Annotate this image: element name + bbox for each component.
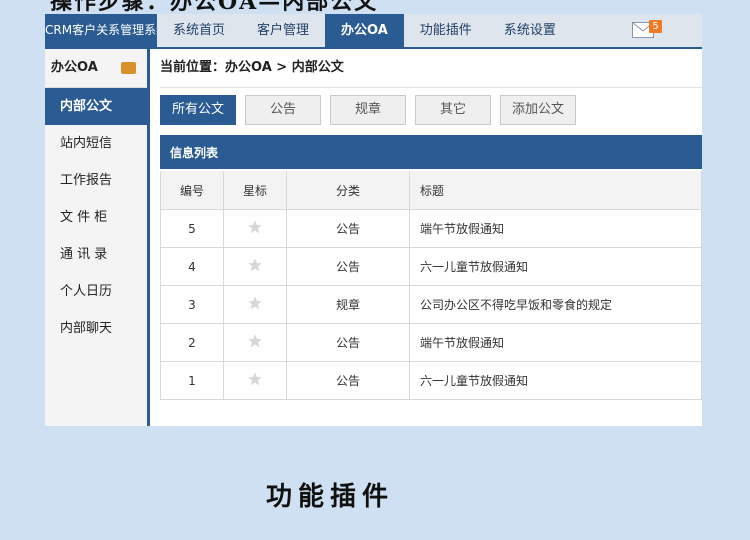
row-id: 5 bbox=[160, 209, 224, 248]
row-id: 4 bbox=[160, 247, 224, 286]
panel-title: 信息列表 bbox=[160, 135, 702, 169]
column-header-title: 标题 bbox=[409, 171, 702, 210]
row-title[interactable]: 端午节放假通知 bbox=[409, 323, 702, 362]
row-id: 2 bbox=[160, 323, 224, 362]
table-row[interactable]: 3 规章 公司办公区不得吃早饭和零食的规定 bbox=[160, 285, 702, 324]
filter-all-button[interactable]: 所有公文 bbox=[160, 95, 236, 125]
add-document-button[interactable]: 添加公文 bbox=[500, 95, 576, 125]
sidebar-title: 办公OA bbox=[51, 60, 98, 75]
filter-notice-button[interactable]: 公告 bbox=[245, 95, 321, 125]
row-title[interactable]: 公司办公区不得吃早饭和零食的规定 bbox=[409, 285, 702, 324]
sidebar-item-internal-docs[interactable]: 内部公文 bbox=[45, 88, 147, 125]
star-icon[interactable] bbox=[247, 219, 263, 235]
row-title[interactable]: 六一儿童节放假通知 bbox=[409, 247, 702, 286]
table-header-row: 编号 星标 分类 标题 bbox=[160, 171, 702, 210]
breadcrumb: 当前位置：办公OA > 内部公文 bbox=[160, 49, 702, 88]
row-title[interactable]: 六一儿童节放假通知 bbox=[409, 361, 702, 400]
star-icon[interactable] bbox=[247, 295, 263, 311]
row-category: 规章 bbox=[286, 285, 410, 324]
column-header-star: 星标 bbox=[223, 171, 287, 210]
sidebar-item-work-reports[interactable]: 工作报告 bbox=[45, 162, 147, 199]
table-row[interactable]: 4 公告 六一儿童节放假通知 bbox=[160, 247, 702, 286]
section-caption: 功能插件 bbox=[265, 482, 394, 512]
table-row[interactable]: 1 公告 六一儿童节放假通知 bbox=[160, 361, 702, 400]
sidebar: 办公OA 内部公文 站内短信 工作报告 文 件 柜 通 讯 录 个人日历 内部聊… bbox=[45, 49, 150, 426]
top-navbar: CRM客户关系管理系统 系统首页 客户管理 办公OA 功能插件 系统设置 5 bbox=[45, 14, 702, 49]
nav-customers[interactable]: 客户管理 bbox=[241, 14, 325, 47]
app-logo: CRM客户关系管理系统 bbox=[45, 14, 157, 47]
row-id: 3 bbox=[160, 285, 224, 324]
sidebar-item-calendar[interactable]: 个人日历 bbox=[45, 273, 147, 310]
table-row[interactable]: 5 公告 端午节放假通知 bbox=[160, 209, 702, 248]
column-header-id: 编号 bbox=[160, 171, 224, 210]
documents-table: 编号 星标 分类 标题 5 公告 端午节放假通知 4 公告 六一儿童节放假通知 … bbox=[160, 171, 702, 400]
row-id: 1 bbox=[160, 361, 224, 400]
mail-count-badge: 5 bbox=[649, 20, 662, 33]
crm-window: CRM客户关系管理系统 系统首页 客户管理 办公OA 功能插件 系统设置 5 办… bbox=[45, 14, 702, 426]
nav-home[interactable]: 系统首页 bbox=[157, 14, 241, 47]
row-title[interactable]: 端午节放假通知 bbox=[409, 209, 702, 248]
sidebar-item-contacts[interactable]: 通 讯 录 bbox=[45, 236, 147, 273]
main-content: 当前位置：办公OA > 内部公文 所有公文 公告 规章 其它 添加公文 信息列表… bbox=[150, 49, 702, 426]
star-icon[interactable] bbox=[247, 333, 263, 349]
main-nav: 系统首页 客户管理 办公OA 功能插件 系统设置 bbox=[157, 14, 572, 47]
wallet-icon bbox=[121, 62, 136, 74]
nav-settings[interactable]: 系统设置 bbox=[488, 14, 572, 47]
nav-office-oa[interactable]: 办公OA bbox=[325, 14, 404, 47]
row-category: 公告 bbox=[286, 323, 410, 362]
star-icon[interactable] bbox=[247, 371, 263, 387]
page-caption: 操作步骤：办公OA—内部公文 bbox=[50, 0, 379, 15]
filter-other-button[interactable]: 其它 bbox=[415, 95, 491, 125]
sidebar-item-file-cabinet[interactable]: 文 件 柜 bbox=[45, 199, 147, 236]
sidebar-item-messages[interactable]: 站内短信 bbox=[45, 125, 147, 162]
sidebar-item-chat[interactable]: 内部聊天 bbox=[45, 310, 147, 347]
row-category: 公告 bbox=[286, 209, 410, 248]
filter-rules-button[interactable]: 规章 bbox=[330, 95, 406, 125]
star-icon[interactable] bbox=[247, 257, 263, 273]
column-header-category: 分类 bbox=[286, 171, 410, 210]
row-category: 公告 bbox=[286, 247, 410, 286]
table-row[interactable]: 2 公告 端午节放假通知 bbox=[160, 323, 702, 362]
row-category: 公告 bbox=[286, 361, 410, 400]
nav-plugins[interactable]: 功能插件 bbox=[404, 14, 488, 47]
sidebar-header: 办公OA bbox=[45, 49, 147, 88]
